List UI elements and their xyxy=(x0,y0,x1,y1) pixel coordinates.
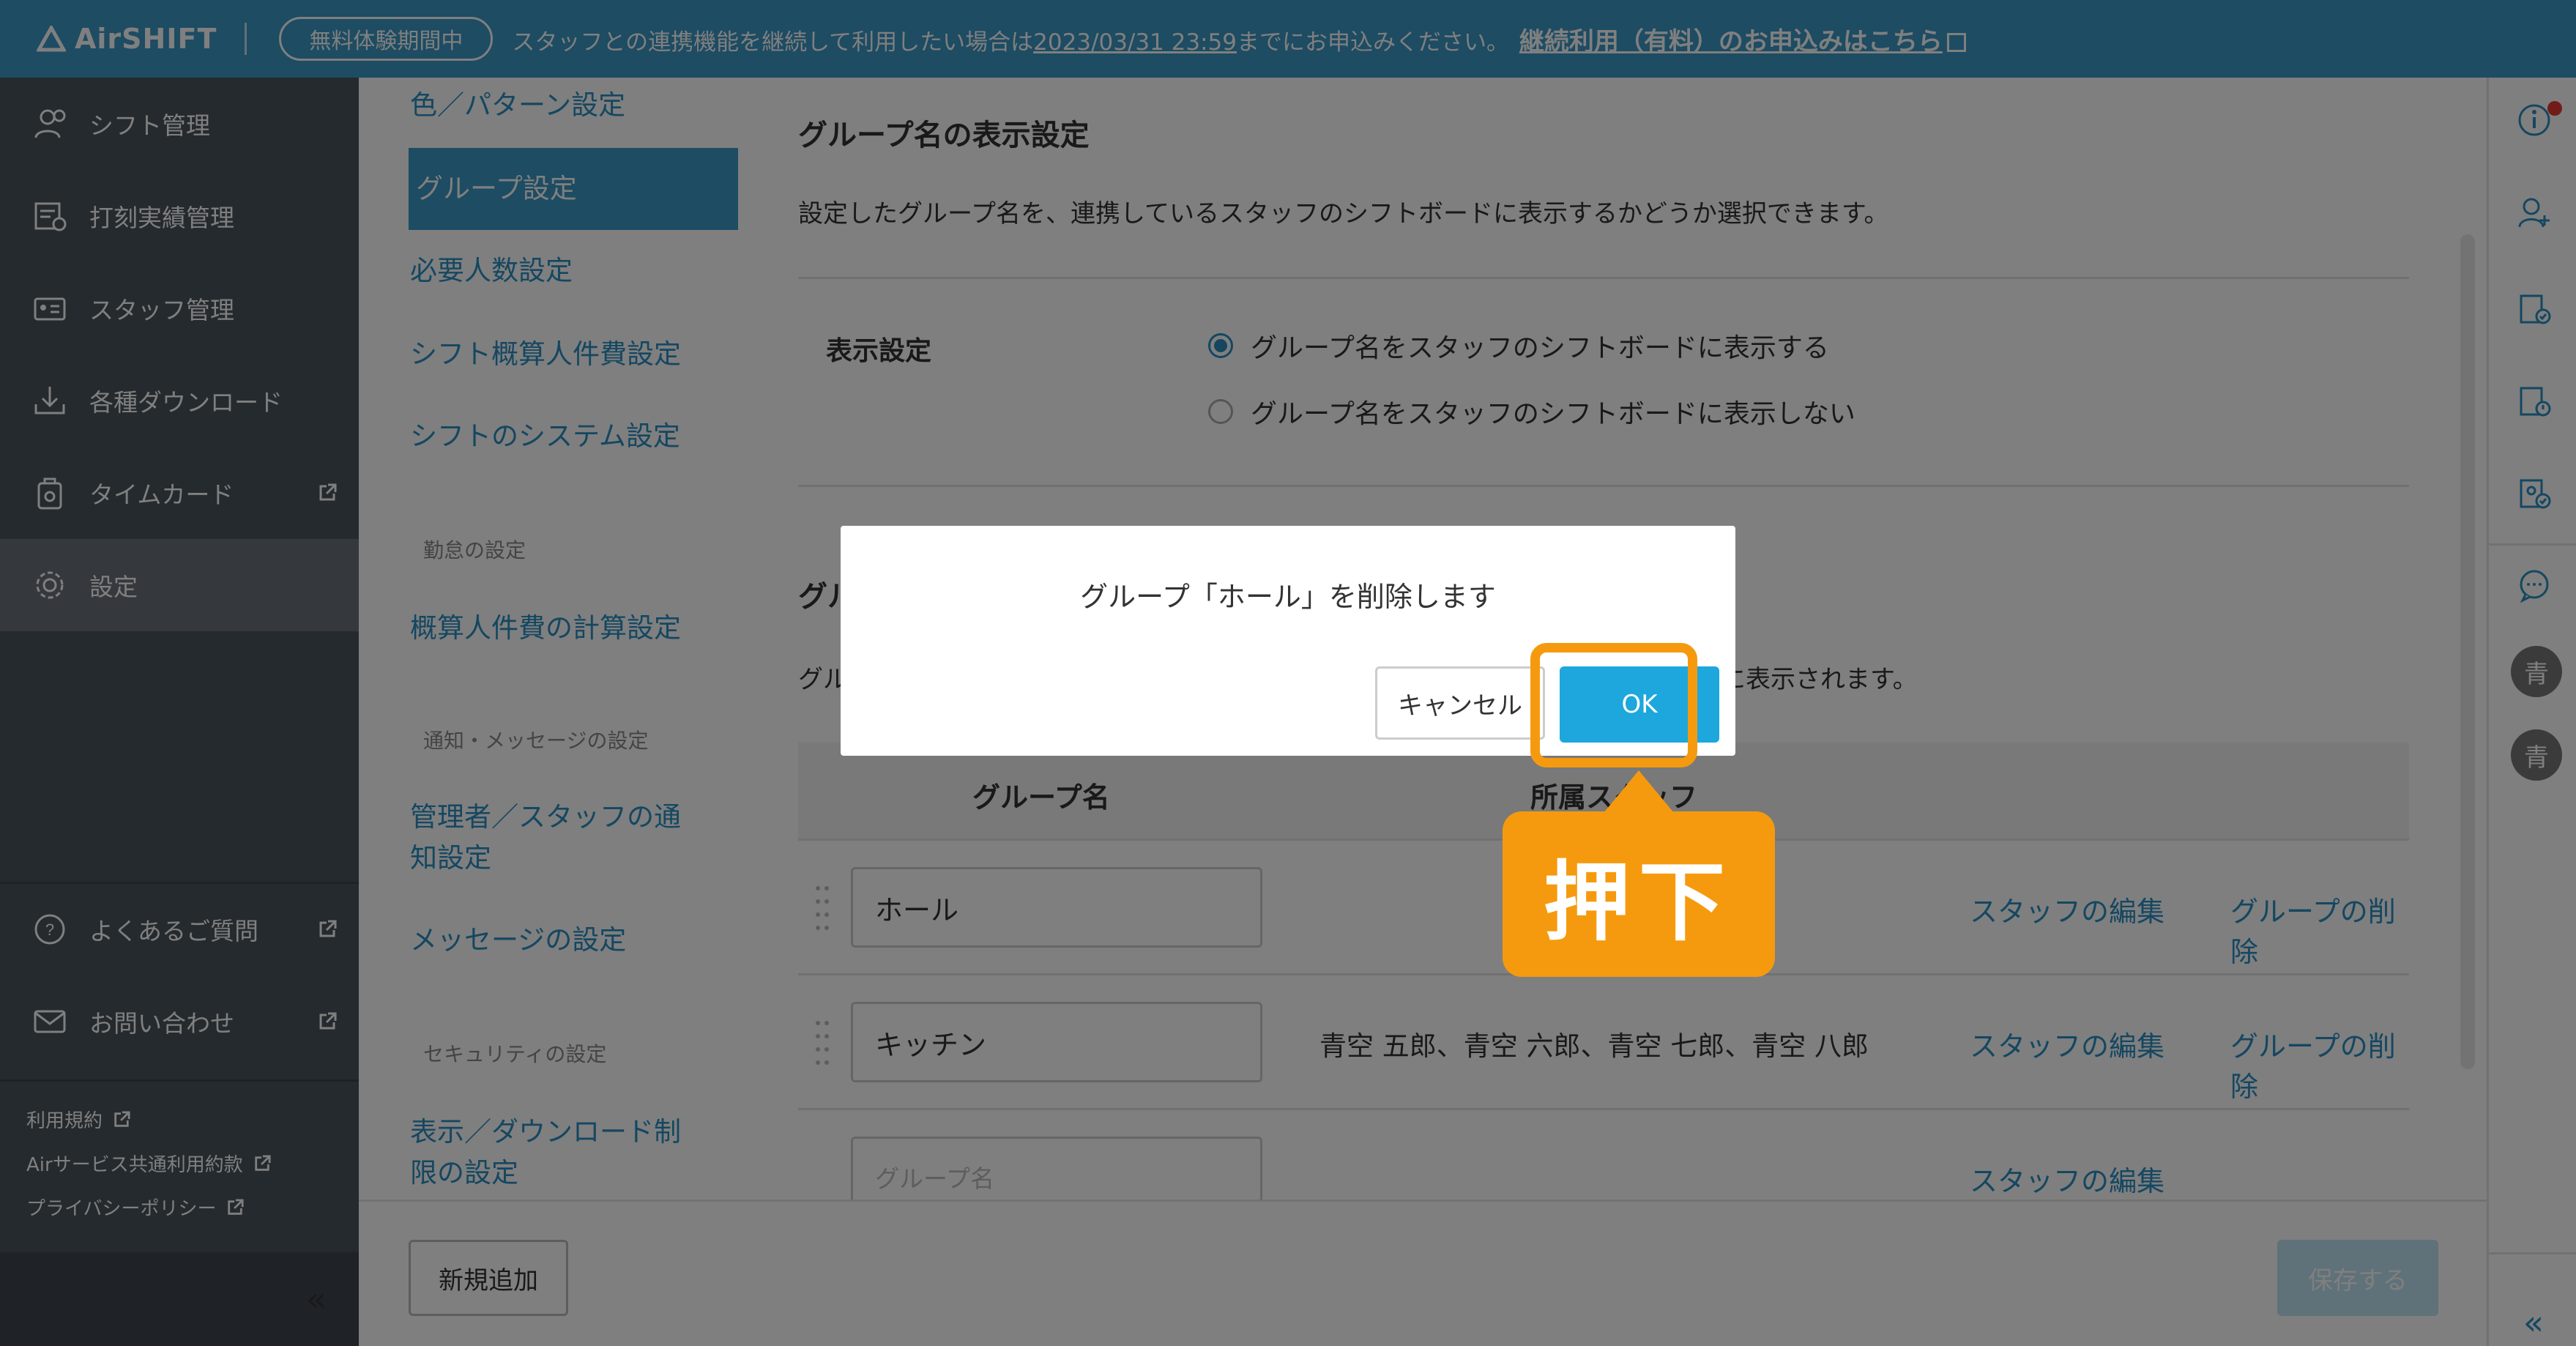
ok-button-highlight xyxy=(1530,643,1697,767)
press-callout: 押下 xyxy=(1503,811,1775,977)
dialog-message: グループ「ホール」を削除します xyxy=(1080,581,1496,613)
callout-pointer xyxy=(1604,770,1674,813)
cancel-button[interactable]: キャンセル xyxy=(1375,666,1545,740)
